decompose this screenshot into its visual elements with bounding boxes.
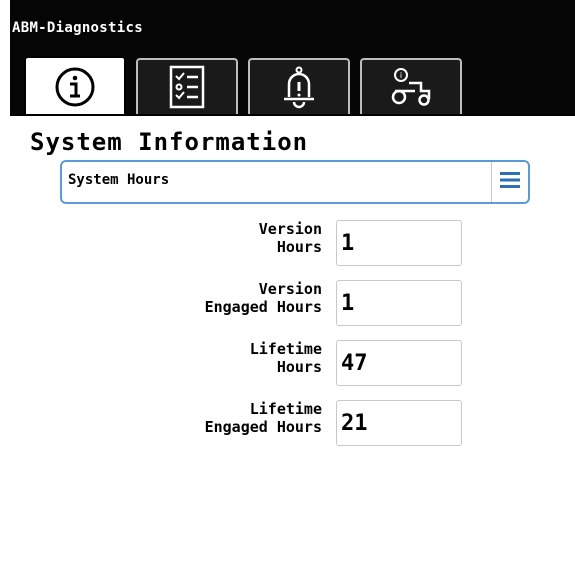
version-engaged-hours-value: 1 <box>336 280 462 326</box>
lifetime-engaged-hours-row: Lifetime Engaged Hours 21 <box>10 400 575 446</box>
tractor-icon: i <box>387 65 435 109</box>
version-hours-value: 1 <box>336 220 462 266</box>
system-hours-dropdown[interactable]: System Hours <box>60 160 530 204</box>
version-engaged-hours-row: Version Engaged Hours 1 <box>10 280 575 326</box>
lifetime-engaged-hours-label: Lifetime Engaged Hours <box>204 400 322 436</box>
lifetime-engaged-hours-value: 21 <box>336 400 462 446</box>
lifetime-hours-row: Lifetime Hours 47 <box>10 340 575 386</box>
checklist-icon <box>167 65 207 109</box>
tab-machine[interactable]: i <box>360 58 462 114</box>
app-title: ABM-Diagnostics <box>12 20 143 36</box>
version-hours-row: Version Hours 1 <box>10 220 575 266</box>
hamburger-menu-icon <box>500 171 520 193</box>
lifetime-hours-label: Lifetime Hours <box>249 340 322 376</box>
tab-info[interactable] <box>24 56 126 116</box>
info-icon <box>53 65 97 109</box>
version-engaged-hours-label: Version Engaged Hours <box>204 280 322 316</box>
lifetime-hours-value: 47 <box>336 340 462 386</box>
dropdown-selected-value: System Hours <box>68 172 170 188</box>
tab-checklist[interactable] <box>136 58 238 114</box>
tab-alarms[interactable] <box>248 58 350 114</box>
version-hours-label: Version Hours <box>258 220 322 256</box>
section-title: System Information <box>30 128 309 156</box>
svg-text:i: i <box>400 71 402 80</box>
system-information-panel: System Information System Hours Version H… <box>10 114 575 580</box>
title-bar: ABM-Diagnostics <box>10 0 575 48</box>
dropdown-menu-button[interactable] <box>491 162 528 202</box>
alarm-bell-icon <box>279 65 319 109</box>
tab-bar: i <box>10 48 575 116</box>
